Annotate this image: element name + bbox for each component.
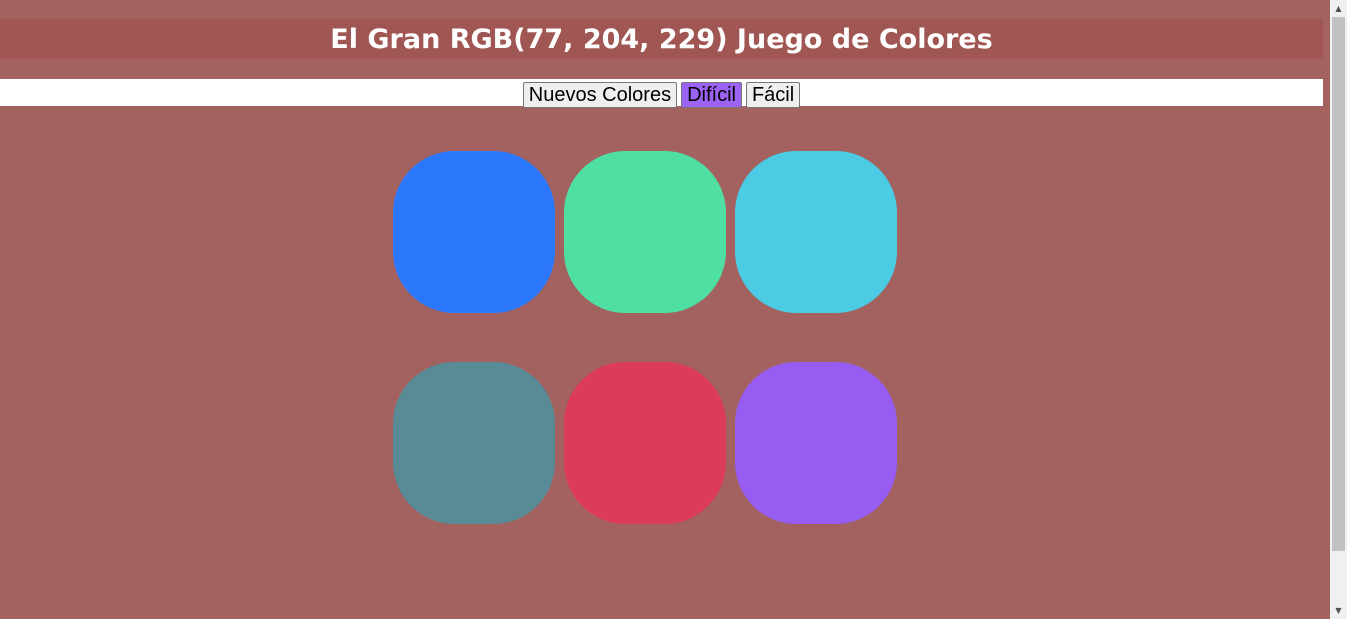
toolbar: Nuevos Colores Difícil Fácil xyxy=(0,79,1323,108)
header-bar: El Gran RGB(77, 204, 229) Juego de Color… xyxy=(0,19,1323,59)
page-title: El Gran RGB(77, 204, 229) Juego de Color… xyxy=(330,23,993,55)
color-square-1[interactable] xyxy=(393,151,555,313)
scrollbar-thumb[interactable] xyxy=(1332,17,1345,551)
color-square-2[interactable] xyxy=(564,151,726,313)
color-square-6[interactable] xyxy=(735,362,897,524)
arrow-down-icon[interactable]: ▼ xyxy=(1330,602,1347,619)
color-square-4[interactable] xyxy=(393,362,555,524)
hard-mode-button[interactable]: Difícil xyxy=(681,82,742,108)
color-square-3[interactable] xyxy=(735,151,897,313)
vertical-scrollbar[interactable]: ▲ ▼ xyxy=(1330,0,1347,619)
game-page: El Gran RGB(77, 204, 229) Juego de Color… xyxy=(0,0,1347,619)
color-square-5[interactable] xyxy=(564,362,726,524)
arrow-up-icon[interactable]: ▲ xyxy=(1330,0,1347,17)
color-squares-grid xyxy=(393,151,913,524)
new-colors-button[interactable]: Nuevos Colores xyxy=(522,82,678,108)
easy-mode-button[interactable]: Fácil xyxy=(745,82,801,108)
